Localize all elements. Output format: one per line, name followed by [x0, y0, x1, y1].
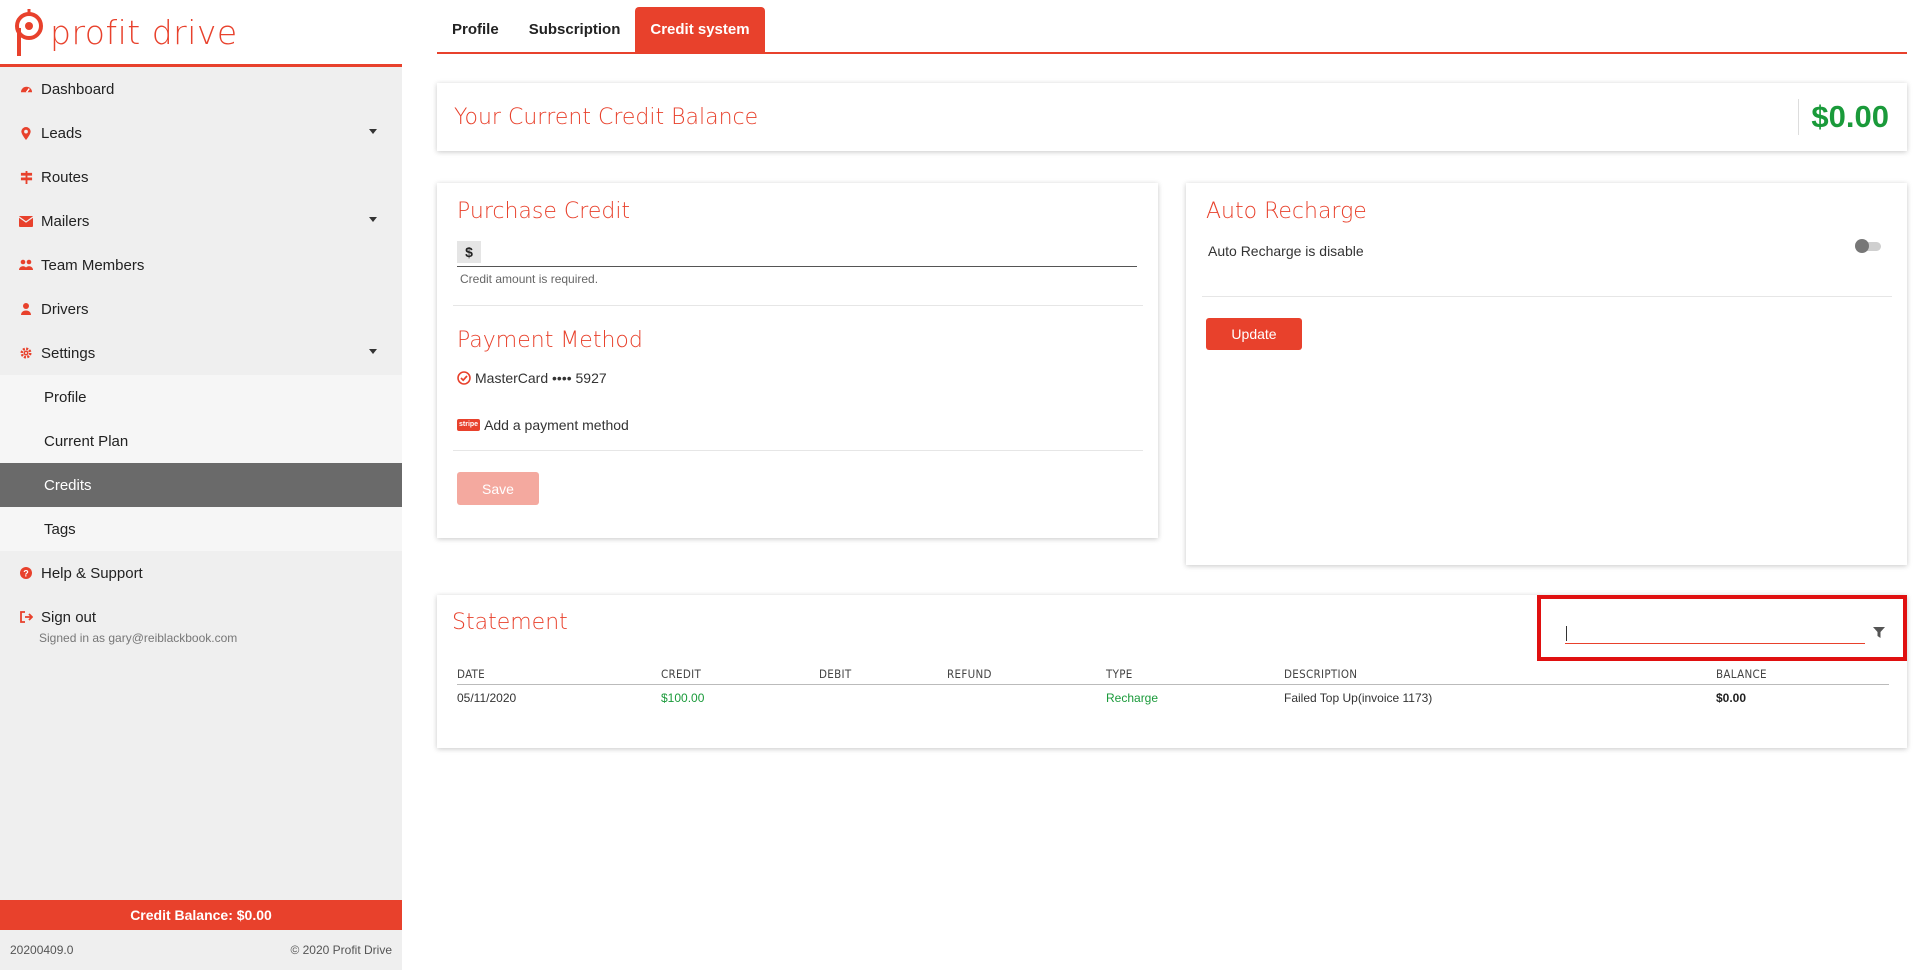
auto-recharge-title: Auto Recharge: [1206, 199, 1367, 224]
cell-type: Recharge: [1106, 691, 1159, 705]
statement-filter-highlight: [1537, 595, 1907, 661]
purchase-credit-title: Purchase Credit: [457, 199, 631, 224]
settings-tabs: Profile Subscription Credit system: [437, 7, 1907, 54]
balance-title: Your Current Credit Balance: [454, 105, 759, 130]
profit-drive-logo-icon: [15, 9, 43, 56]
svg-text:?: ?: [23, 568, 29, 578]
sidebar-item-settings[interactable]: Settings: [0, 331, 402, 375]
brand-name: profit drive: [50, 12, 238, 52]
column-header-date[interactable]: DATE: [457, 663, 485, 685]
credit-balance-bar: Credit Balance: $0.00: [0, 900, 402, 930]
statement-title: Statement: [452, 610, 568, 635]
sidebar-item-label: Dashboard: [41, 80, 115, 98]
sidebar-item-label: Mailers: [41, 212, 90, 230]
divider: [453, 305, 1143, 306]
sidebar-item-mailers[interactable]: Mailers: [0, 199, 402, 243]
save-button[interactable]: Save: [457, 472, 539, 505]
sidebar-subitem-credits[interactable]: Credits: [0, 463, 402, 507]
cell-credit: $100.00: [661, 691, 705, 705]
credit-amount-field[interactable]: $: [457, 238, 1137, 267]
sidebar-footer: 20200409.0 © 2020 Profit Drive: [0, 930, 402, 970]
sidebar-item-drivers[interactable]: Drivers: [0, 287, 402, 331]
sidebar-item-label: Drivers: [41, 300, 89, 318]
sidebar-subitem-profile[interactable]: Profile: [0, 375, 402, 419]
tab-subscription[interactable]: Subscription: [514, 7, 636, 52]
sidebar-item-label: Settings: [41, 344, 96, 362]
sidebar-item-routes[interactable]: Routes: [0, 155, 402, 199]
envelope-icon: [19, 214, 33, 228]
credit-amount-helper: Credit amount is required.: [460, 272, 599, 286]
version-text: 20200409.0: [10, 943, 74, 957]
sign-out-icon: [19, 610, 33, 624]
sidebar-item-team-members[interactable]: Team Members: [0, 243, 402, 287]
divider: [1202, 296, 1892, 297]
table-row[interactable]: 05/11/2020 $100.00 Recharge Failed Top U…: [457, 687, 1889, 709]
currency-prefix: $: [457, 241, 481, 263]
card-label: MasterCard •••• 5927: [475, 370, 607, 386]
text-cursor: [1566, 626, 1567, 641]
copyright-text: © 2020 Profit Drive: [290, 943, 392, 957]
column-header-type[interactable]: TYPE: [1106, 663, 1133, 685]
purchase-credit-card: Purchase Credit $ Credit amount is requi…: [437, 183, 1158, 538]
column-header-credit[interactable]: CREDIT: [661, 663, 701, 685]
logo[interactable]: profit drive: [0, 0, 402, 67]
cell-description: Failed Top Up(invoice 1173): [1284, 691, 1433, 705]
stripe-icon: stripe: [457, 419, 481, 431]
chevron-down-icon[interactable]: [369, 129, 377, 134]
sidebar-subitem-tags[interactable]: Tags: [0, 507, 402, 551]
credit-balance-card: Your Current Credit Balance $0.00: [437, 83, 1907, 151]
add-payment-method-link[interactable]: stripe Add a payment method: [457, 417, 629, 433]
tab-profile[interactable]: Profile: [437, 7, 514, 52]
sidebar-item-dashboard[interactable]: Dashboard: [0, 67, 402, 111]
payment-method-mastercard[interactable]: MasterCard •••• 5927: [457, 370, 607, 386]
payment-method-title: Payment Method: [457, 328, 643, 353]
users-icon: [19, 258, 33, 272]
tab-credit-system[interactable]: Credit system: [635, 7, 765, 52]
statement-card: Statement DATE CREDIT DEBIT REFUND TYPE …: [437, 595, 1907, 748]
sidebar-item-label: Sign out: [41, 608, 97, 626]
sidebar-item-leads[interactable]: Leads: [0, 111, 402, 155]
column-header-refund[interactable]: REFUND: [947, 663, 992, 685]
question-circle-icon: ?: [19, 566, 33, 580]
signpost-icon: [19, 170, 33, 184]
sidebar-subitem-current-plan[interactable]: Current Plan: [0, 419, 402, 463]
column-header-balance[interactable]: BALANCE: [1716, 663, 1767, 685]
balance-amount: $0.00: [1798, 99, 1889, 135]
gear-icon: [19, 346, 33, 360]
cell-date: 05/11/2020: [457, 691, 517, 705]
sidebar-item-sign-out[interactable]: Sign out: [0, 595, 402, 639]
user-icon: [19, 302, 33, 316]
toggle-knob: [1855, 239, 1869, 253]
update-button[interactable]: Update: [1206, 318, 1302, 350]
sidebar-item-help-support[interactable]: ? Help & Support: [0, 551, 402, 595]
sidebar-item-label: Leads: [41, 124, 82, 142]
auto-recharge-card: Auto Recharge Auto Recharge is disable U…: [1186, 183, 1907, 565]
check-circle-icon: [457, 371, 471, 385]
statement-filter-input[interactable]: [1565, 623, 1865, 644]
column-header-debit[interactable]: DEBIT: [819, 663, 851, 685]
auto-recharge-toggle[interactable]: [1855, 239, 1881, 253]
column-header-description[interactable]: DESCRIPTION: [1284, 663, 1357, 685]
divider: [453, 450, 1143, 451]
main-content: Profile Subscription Credit system Your …: [402, 0, 1920, 970]
sidebar: profit drive Dashboard Leads Routes Mail…: [0, 0, 402, 970]
dashboard-icon: [19, 82, 33, 96]
chevron-down-icon[interactable]: [369, 217, 377, 222]
table-header: DATE CREDIT DEBIT REFUND TYPE DESCRIPTIO…: [457, 663, 1889, 685]
sidebar-item-label: Team Members: [41, 256, 145, 274]
statement-table: DATE CREDIT DEBIT REFUND TYPE DESCRIPTIO…: [457, 663, 1889, 709]
cell-balance: $0.00: [1716, 691, 1747, 705]
filter-icon[interactable]: [1873, 625, 1885, 643]
chevron-down-icon[interactable]: [369, 349, 377, 354]
map-pin-icon: [19, 126, 33, 140]
sidebar-item-label: Help & Support: [41, 564, 143, 582]
auto-recharge-status: Auto Recharge is disable: [1208, 243, 1364, 259]
sidebar-item-label: Routes: [41, 168, 89, 186]
add-payment-method-label: Add a payment method: [484, 417, 629, 433]
sidebar-nav: Dashboard Leads Routes Mailers Team Memb…: [0, 67, 402, 639]
